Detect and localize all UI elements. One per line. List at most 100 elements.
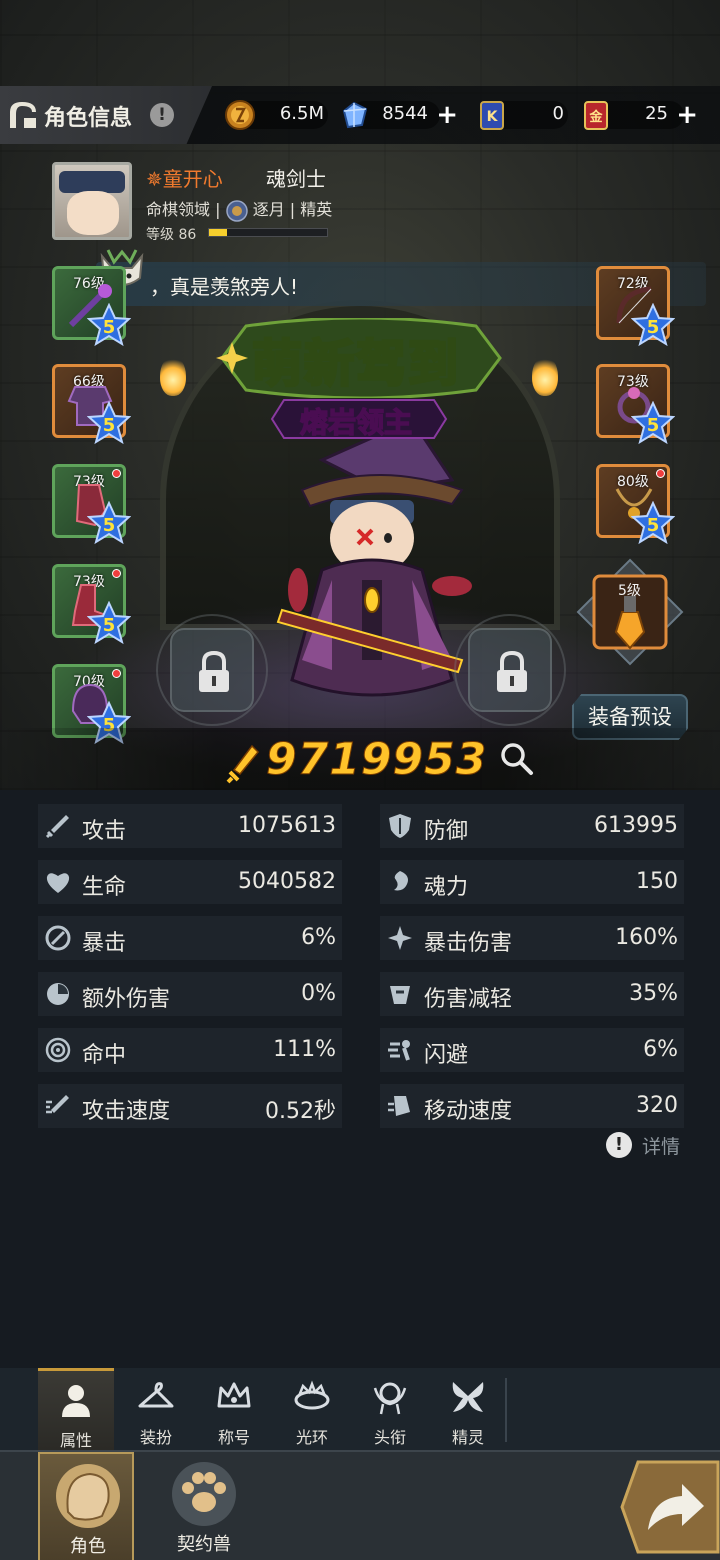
- svg-text:金: 金: [588, 109, 603, 125]
- blue-crystal-icon: [342, 101, 368, 129]
- damage-reduction-icon: [390, 986, 410, 1004]
- player-title: 逐月: [252, 200, 285, 219]
- resource-crystal: 8544 +: [338, 99, 466, 131]
- move-speed-icon: [388, 1096, 410, 1116]
- search-icon[interactable]: [498, 740, 534, 776]
- add-red-ticket-button[interactable]: +: [676, 100, 698, 130]
- star-badge-icon: 5: [631, 303, 675, 347]
- nav-character[interactable]: 角色: [38, 1452, 134, 1560]
- guild-name[interactable]: 命棋领域: [146, 200, 210, 219]
- dodge-icon: [388, 1040, 410, 1061]
- stat-soul: 魂力 150: [380, 860, 684, 904]
- notification-dot: [112, 569, 121, 578]
- equip-slot-boots[interactable]: 73级 5: [52, 564, 131, 645]
- divider: |: [215, 200, 221, 219]
- nav-contract-beast[interactable]: 契约兽: [156, 1452, 252, 1560]
- gold-coin-icon: [225, 100, 255, 130]
- hanger-icon: [138, 1382, 174, 1408]
- player-class: 魂剑士: [266, 167, 326, 191]
- crit-damage-icon: [388, 926, 412, 950]
- gem-slot[interactable]: 5级: [574, 556, 686, 668]
- stat-crit-damage: 暴击伤害 160%: [380, 916, 684, 960]
- sub-banner: 熔岩领主: [270, 396, 448, 442]
- equip-slot-helmet[interactable]: 70级 5: [52, 664, 131, 745]
- hit-icon: [45, 1037, 71, 1063]
- player-level: 等级 86: [146, 227, 197, 243]
- add-crystal-button[interactable]: +: [436, 100, 458, 130]
- gold-value: 6.5M: [279, 103, 324, 124]
- notification-dot: [112, 469, 121, 478]
- tab-rank-title[interactable]: 头衔: [352, 1368, 428, 1450]
- star-badge-icon: 5: [631, 401, 675, 445]
- equip-slot-ring[interactable]: 73级 5: [596, 364, 675, 445]
- stat-damage-reduction: 伤害减轻 35%: [380, 972, 684, 1016]
- tab-halo[interactable]: 光环: [274, 1368, 350, 1450]
- stat-attack: 攻击 1075613: [38, 804, 342, 848]
- notification-dot: [112, 669, 121, 678]
- equip-slot-weapon[interactable]: 76级 5: [52, 266, 131, 347]
- lock-icon: [497, 650, 527, 692]
- equip-slot-gloves[interactable]: 73级 5: [52, 464, 131, 545]
- locked-slot-left[interactable]: [156, 614, 268, 726]
- resource-blue-ticket: K 0: [476, 99, 568, 131]
- title-plate: 角色信息 !: [0, 86, 212, 144]
- gem-slot-frame: [576, 558, 684, 666]
- crystal-value: 8544: [382, 103, 428, 124]
- star-badge-icon: 5: [87, 401, 131, 445]
- chat-text: ，真是羡煞旁人!: [150, 275, 299, 299]
- rank-star-icon: ✵: [146, 167, 163, 191]
- details-label: 详情: [642, 1136, 681, 1158]
- stat-crit: 暴击 6%: [38, 916, 342, 960]
- attack-icon: [45, 815, 69, 839]
- svg-text:5: 5: [103, 415, 116, 436]
- emblem-icon: [373, 1382, 407, 1415]
- svg-text:5: 5: [647, 415, 660, 436]
- character-icon: [56, 1464, 120, 1528]
- person-icon: [62, 1385, 90, 1417]
- arrow-right-icon[interactable]: [618, 1460, 720, 1554]
- tab-title[interactable]: 称号: [196, 1368, 272, 1450]
- gem-level: 5级: [618, 583, 641, 599]
- star-badge-icon: 5: [87, 303, 131, 347]
- stat-hit: 命中 111%: [38, 1028, 342, 1072]
- resource-red-ticket: 金 25 +: [580, 99, 706, 131]
- wings-icon: [452, 1382, 484, 1412]
- equip-slot-armor[interactable]: 66级 5: [52, 364, 131, 445]
- torch-left-icon: [160, 356, 186, 396]
- life-icon: [46, 873, 70, 893]
- svg-text:5: 5: [103, 317, 116, 338]
- red-ticket-icon: 金: [584, 101, 608, 130]
- defense-icon: [389, 814, 411, 838]
- player-name-line: ✵童开心 魂剑士: [146, 163, 326, 192]
- sub-banner-text: 熔岩领主: [299, 405, 413, 440]
- torch-right-icon: [532, 356, 558, 396]
- page-title: 角色信息: [44, 106, 133, 131]
- blue-ticket-icon: K: [480, 101, 504, 130]
- locked-slot-right[interactable]: [454, 614, 566, 726]
- star-badge-icon: 5: [631, 501, 675, 545]
- bottom-navigation: 角色 契约兽: [0, 1450, 720, 1560]
- stat-extra-damage: 额外伤害 0%: [38, 972, 342, 1016]
- banner-main-text: 萌新驾到: [251, 334, 460, 395]
- tab-spirit[interactable]: 精灵: [430, 1368, 507, 1450]
- blue-ticket-value: 0: [552, 103, 564, 124]
- equip-slot-bow[interactable]: 72级 5: [596, 266, 675, 347]
- stat-life: 生命 5040582: [38, 860, 342, 904]
- stat-attack-speed: 攻击速度 0.52秒: [38, 1084, 342, 1128]
- title-banner: 萌新驾到: [206, 318, 516, 398]
- power-sword-icon: [226, 744, 260, 784]
- equip-slot-necklace[interactable]: 80级 5: [596, 464, 675, 545]
- combat-power-value: 9719953: [265, 734, 488, 786]
- svg-text:5: 5: [103, 515, 116, 536]
- soul-icon: [394, 871, 408, 891]
- tab-attributes[interactable]: 属性: [38, 1368, 114, 1450]
- star-badge-icon: 5: [87, 501, 131, 545]
- tab-outfit[interactable]: 装扮: [118, 1368, 194, 1450]
- stat-defense: 防御 613995: [380, 804, 684, 848]
- avatar[interactable]: [52, 162, 132, 240]
- help-icon[interactable]: !: [150, 103, 174, 127]
- sub-tab-bar: 属性 装扮 称号 光环 头衔 精灵: [0, 1368, 720, 1450]
- attack-speed-icon: [46, 1095, 69, 1114]
- player-rank: 精英: [300, 200, 333, 219]
- stat-dodge: 闪避 6%: [380, 1028, 684, 1072]
